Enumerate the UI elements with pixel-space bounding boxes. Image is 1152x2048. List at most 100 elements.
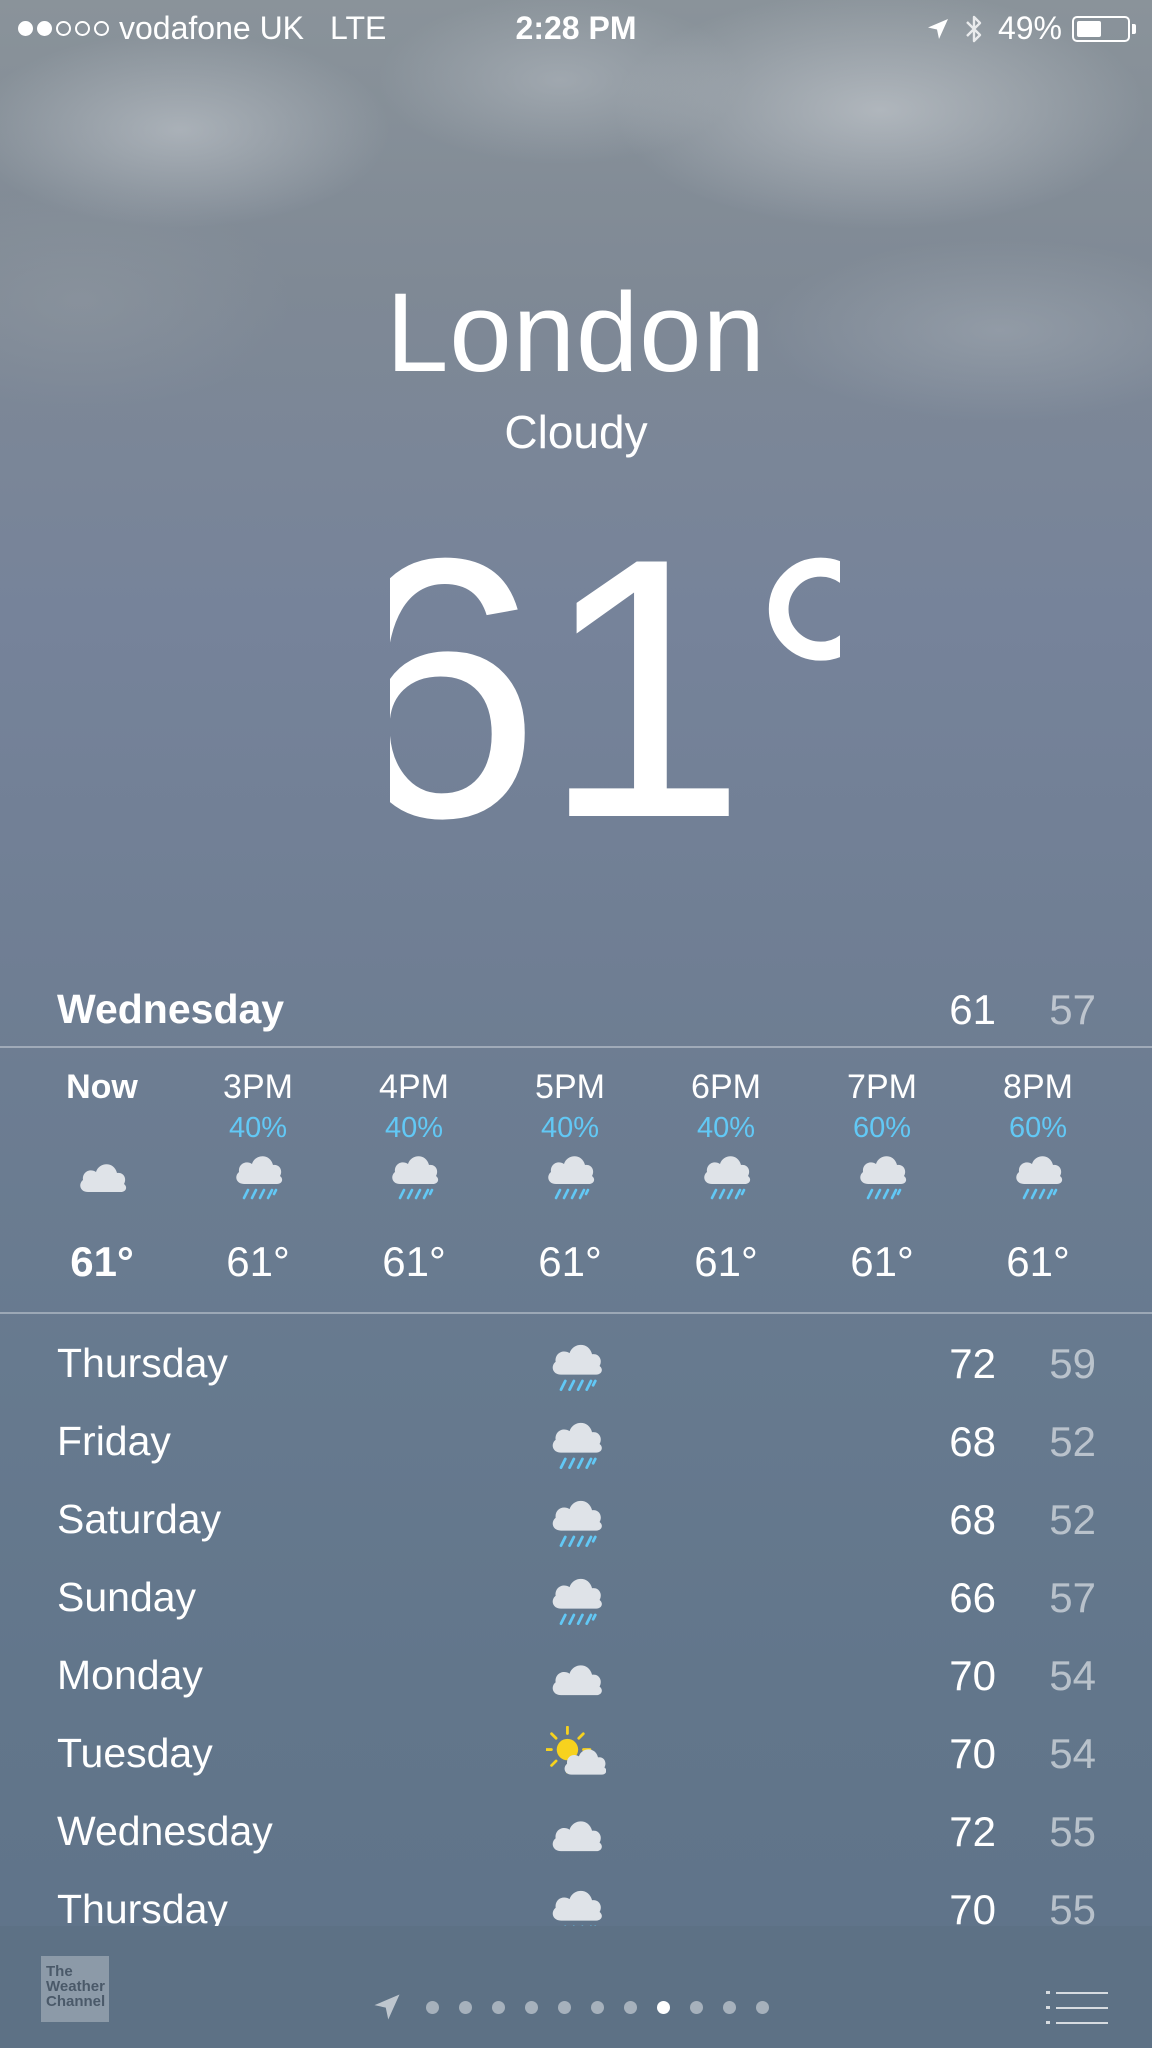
hour-temp: 61° — [226, 1238, 290, 1285]
logo-text-line: Channel — [46, 1993, 106, 2010]
today-day-name: Wednesday — [57, 986, 285, 1032]
page-dot[interactable] — [492, 2000, 505, 2014]
daily-row: Tuesday 70 54 — [0, 1718, 1152, 1796]
hour-precip-chance: 60% — [1008, 1112, 1068, 1144]
day-low-temp: 52 — [1049, 1418, 1096, 1465]
page-dot[interactable] — [459, 2000, 472, 2014]
hourly-forecast[interactable]: Now 61° 3PM 40% 61° 4PM 40% 61° 5PM 40% 61° 6PM 40% 6… — [0, 1048, 1152, 1312]
hour-temp: 61° — [850, 1238, 914, 1285]
hour-temp: 61° — [382, 1238, 446, 1285]
hour-time: 8PM — [1003, 1068, 1073, 1106]
daily-row: Monday 70 54 — [0, 1640, 1152, 1718]
rain-cloud-icon — [230, 1148, 286, 1204]
city-name: London — [386, 270, 766, 395]
location-arrow-icon — [372, 1992, 402, 2022]
rain-cloud-icon — [546, 1414, 606, 1474]
daily-row: Thursday 70 55 — [0, 1874, 1152, 1926]
rain-cloud-icon — [698, 1148, 754, 1204]
page-dot[interactable] — [756, 2000, 769, 2014]
logo-text-line: Weather — [46, 1978, 105, 1995]
cloud-icon — [546, 1648, 606, 1708]
page-dot[interactable] — [624, 2000, 637, 2014]
today-summary-row: Wednesday 61 57 — [0, 978, 1152, 1048]
partly-sunny-icon — [543, 1725, 607, 1786]
battery-icon — [1072, 15, 1130, 42]
hour-precip-chance: 60% — [852, 1112, 912, 1144]
daily-row: Thursday 72 59 — [0, 1328, 1152, 1406]
bottom-toolbar: The Weather Channel — [0, 1926, 1152, 2048]
hourly-item: 4PM 40% 61° — [336, 1048, 492, 1312]
hour-time: 6PM — [691, 1068, 761, 1106]
divider-bottom — [0, 1312, 1152, 1314]
today-high-temp: 61 — [949, 986, 996, 1033]
day-name: Tuesday — [57, 1730, 213, 1776]
battery-percent: 49% — [997, 10, 1062, 46]
page-dot[interactable] — [525, 2000, 538, 2014]
hour-temp: 61° — [1006, 1238, 1070, 1285]
hourly-item: 5PM 40% 61° — [492, 1048, 648, 1312]
day-low-temp: 55 — [1049, 1808, 1096, 1855]
hour-time: 3PM — [223, 1068, 293, 1106]
rain-cloud-icon — [386, 1148, 442, 1204]
hour-time: 7PM — [847, 1068, 917, 1106]
day-name: Thursday — [57, 1886, 228, 1926]
hourly-item: 8PM 60% 61° — [960, 1048, 1116, 1312]
page-indicator[interactable] — [372, 1992, 779, 2022]
location-arrow-icon — [926, 17, 950, 41]
page-dot[interactable] — [657, 2000, 670, 2014]
hour-time: 5PM — [535, 1068, 605, 1106]
hour-time: 4PM — [379, 1068, 449, 1106]
day-high-temp: 72 — [949, 1808, 996, 1855]
day-name: Monday — [57, 1652, 203, 1698]
day-low-temp: 59 — [1049, 1340, 1096, 1387]
hourly-item: 3PM 40% 61° — [180, 1048, 336, 1312]
hourly-item: Now 61° — [24, 1048, 180, 1312]
day-name: Sunday — [57, 1574, 197, 1620]
battery-level-fill — [1077, 20, 1101, 37]
day-low-temp: 52 — [1049, 1496, 1096, 1543]
rain-cloud-icon — [546, 1882, 606, 1926]
page-dot[interactable] — [690, 2000, 703, 2014]
daily-row: Sunday 66 57 — [0, 1562, 1152, 1640]
rain-cloud-icon — [1010, 1148, 1066, 1204]
day-high-temp: 70 — [949, 1886, 996, 1926]
hourly-item: 7PM 60% 61° — [804, 1048, 960, 1312]
page-dot[interactable] — [426, 2000, 439, 2014]
rain-cloud-icon — [546, 1492, 606, 1552]
rain-cloud-icon — [542, 1148, 598, 1204]
day-name: Saturday — [57, 1496, 222, 1542]
today-low-temp: 57 — [1049, 986, 1096, 1033]
day-low-temp: 54 — [1049, 1652, 1096, 1699]
rain-cloud-icon — [854, 1148, 910, 1204]
page-dot[interactable] — [558, 2000, 571, 2014]
day-high-temp: 66 — [949, 1574, 996, 1621]
hourly-item: 6PM 40% 61° — [648, 1048, 804, 1312]
day-name: Friday — [57, 1418, 171, 1464]
current-temperature-value: 61° — [390, 504, 840, 844]
day-low-temp: 55 — [1049, 1886, 1096, 1926]
day-low-temp: 57 — [1049, 1574, 1096, 1621]
day-name: Wednesday — [57, 1808, 273, 1854]
daily-row: Saturday 68 52 — [0, 1484, 1152, 1562]
cloud-icon — [74, 1148, 130, 1204]
page-dot[interactable] — [591, 2000, 604, 2014]
daily-row: Wednesday 72 55 — [0, 1796, 1152, 1874]
current-temperature: 61° — [390, 504, 840, 844]
bluetooth-icon — [964, 14, 984, 44]
daily-row: Friday 68 52 — [0, 1406, 1152, 1484]
daily-forecast-list[interactable]: Thursday 72 59 Friday 68 52 Saturday 68 52 Sunday… — [0, 1328, 1152, 1926]
current-condition: Cloudy — [504, 406, 648, 458]
weather-channel-logo[interactable]: The Weather Channel — [41, 1956, 109, 2022]
day-high-temp: 70 — [949, 1652, 996, 1699]
day-high-temp: 70 — [949, 1730, 996, 1777]
list-icon[interactable] — [1046, 1990, 1108, 2031]
hour-precip-chance: 40% — [540, 1112, 600, 1144]
page-dot[interactable] — [723, 2000, 736, 2014]
logo-text-line: The — [46, 1963, 73, 1980]
hour-temp: 61° — [538, 1238, 602, 1285]
hour-precip-chance: 40% — [696, 1112, 756, 1144]
hour-precip-chance: 40% — [228, 1112, 288, 1144]
status-bar: vodafone UK LTE 2:28 PM 49% — [0, 0, 1152, 58]
day-name: Thursday — [57, 1340, 228, 1386]
battery-nub — [1132, 23, 1136, 34]
